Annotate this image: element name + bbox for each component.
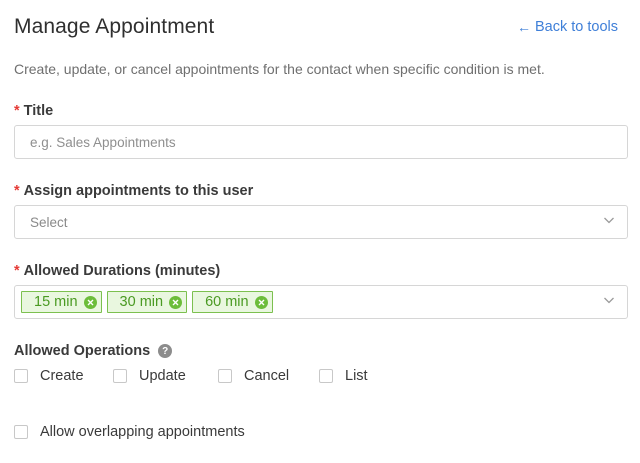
checkbox-create[interactable]: Create xyxy=(14,368,84,384)
duration-tag: 15 min xyxy=(21,291,102,313)
checkbox-list[interactable]: List xyxy=(319,368,368,384)
checkbox-box[interactable] xyxy=(14,425,28,439)
title-field xyxy=(14,125,628,159)
assign-user-label-text: Assign appointments to this user xyxy=(23,183,254,199)
duration-tag-label: 15 min xyxy=(34,294,78,310)
chevron-down-icon xyxy=(603,294,615,306)
arrow-left-icon: ← xyxy=(516,19,531,35)
checkbox-box[interactable] xyxy=(14,369,28,383)
close-icon[interactable] xyxy=(254,295,268,309)
required-marker: * xyxy=(14,183,20,199)
checkbox-box[interactable] xyxy=(218,369,232,383)
duration-tag: 30 min xyxy=(106,291,188,313)
duration-tag: 60 min xyxy=(192,291,273,313)
operations-label-text: Allowed Operations xyxy=(14,343,151,359)
checkbox-create-label: Create xyxy=(40,368,84,384)
title-input[interactable] xyxy=(30,134,627,150)
close-icon[interactable] xyxy=(169,295,183,309)
durations-label-text: Allowed Durations (minutes) xyxy=(23,263,221,279)
title-label-text: Title xyxy=(23,103,54,119)
checkbox-allow-overlap[interactable]: Allow overlapping appointments xyxy=(14,424,245,440)
checkbox-cancel[interactable]: Cancel xyxy=(218,368,289,384)
operations-label: Allowed Operations ? xyxy=(14,343,173,359)
title-label: * Title xyxy=(14,103,53,119)
checkbox-box[interactable] xyxy=(319,369,333,383)
help-icon[interactable]: ? xyxy=(158,344,173,358)
duration-tag-label: 60 min xyxy=(205,294,249,310)
durations-select[interactable]: 15 min 30 min 60 min xyxy=(14,285,628,319)
duration-tag-label: 30 min xyxy=(119,294,164,310)
close-icon[interactable] xyxy=(83,295,97,309)
page-description: Create, update, or cancel appointments f… xyxy=(14,61,545,77)
assign-user-select[interactable]: Select xyxy=(14,205,628,239)
header: Manage Appointment ← Back to tools xyxy=(14,12,618,42)
checkbox-list-label: List xyxy=(345,368,368,384)
checkbox-cancel-label: Cancel xyxy=(244,368,290,384)
back-link-label: Back to tools xyxy=(534,19,618,35)
chevron-down-icon xyxy=(603,214,615,226)
checkbox-box[interactable] xyxy=(113,369,127,383)
required-marker: * xyxy=(14,263,20,279)
checkbox-update-label: Update xyxy=(139,368,186,384)
checkbox-update[interactable]: Update xyxy=(113,368,186,384)
back-to-tools-link[interactable]: ← Back to tools xyxy=(517,19,618,35)
assign-user-label: * Assign appointments to this user xyxy=(14,183,253,199)
durations-label: * Allowed Durations (minutes) xyxy=(14,263,220,279)
checkbox-allow-overlap-label: Allow overlapping appointments xyxy=(40,424,245,440)
page-title: Manage Appointment xyxy=(14,15,215,38)
required-marker: * xyxy=(14,103,20,119)
assign-user-selected-value: Select xyxy=(30,214,68,230)
